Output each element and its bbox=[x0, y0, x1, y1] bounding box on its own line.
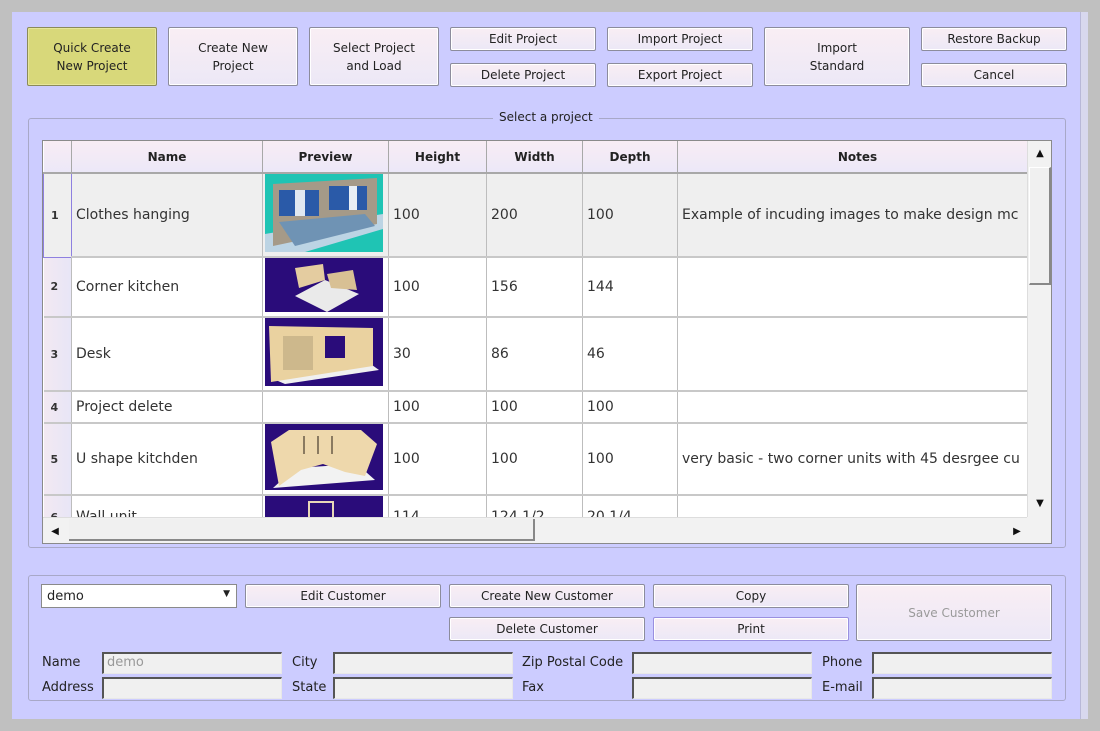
column-header-depth[interactable]: Depth bbox=[582, 141, 678, 174]
name-cell[interactable]: Clothes hanging bbox=[71, 173, 263, 258]
scroll-down-icon[interactable]: ▼ bbox=[1028, 491, 1051, 515]
cancel-button[interactable]: Cancel bbox=[921, 63, 1067, 87]
fax-field[interactable] bbox=[632, 677, 812, 699]
phone-label: Phone bbox=[822, 655, 863, 670]
name-cell[interactable]: Project delete bbox=[71, 391, 263, 424]
notes-cell[interactable]: very basic - two corner units with 45 de… bbox=[677, 423, 1038, 496]
width-cell[interactable]: 156 bbox=[486, 257, 583, 318]
horizontal-scrollbar[interactable]: ◀ ▶ bbox=[43, 517, 1029, 543]
depth-cell[interactable]: 100 bbox=[582, 173, 678, 258]
column-header-rownum bbox=[43, 141, 72, 174]
width-cell[interactable]: 100 bbox=[486, 423, 583, 496]
state-field[interactable] bbox=[333, 677, 513, 699]
select-project-and-load-button[interactable]: Select Project and Load bbox=[309, 27, 439, 86]
table-row[interactable]: 5U shape kitchden 100 100 100 very basic - t… bbox=[43, 423, 1038, 496]
table-row[interactable]: 3 Desk 30 86 46 bbox=[43, 317, 1038, 392]
save-customer-button[interactable]: Save Customer bbox=[856, 584, 1052, 641]
horizontal-scroll-thumb[interactable] bbox=[69, 519, 535, 541]
notes-cell[interactable] bbox=[677, 257, 1038, 318]
import-standard-button[interactable]: Import Standard bbox=[764, 27, 910, 86]
column-header-notes[interactable]: Notes bbox=[677, 141, 1038, 174]
depth-cell[interactable]: 46 bbox=[582, 317, 678, 392]
preview-cell[interactable] bbox=[262, 173, 389, 258]
preview-cell[interactable] bbox=[262, 423, 389, 496]
export-project-button[interactable]: Export Project bbox=[607, 63, 753, 87]
select-project-group-title: Select a project bbox=[493, 110, 599, 124]
name-field[interactable]: demo bbox=[102, 652, 282, 674]
copy-customer-button[interactable]: Copy bbox=[653, 584, 849, 608]
projects-grid: Name Preview Height Width Depth Notes 1C… bbox=[42, 140, 1052, 544]
zip-label: Zip Postal Code bbox=[522, 655, 624, 670]
vertical-scroll-thumb[interactable] bbox=[1029, 167, 1051, 285]
zip-field[interactable] bbox=[632, 652, 812, 674]
height-cell[interactable]: 100 bbox=[388, 423, 487, 496]
depth-cell[interactable]: 100 bbox=[582, 423, 678, 496]
email-field[interactable] bbox=[872, 677, 1052, 699]
name-cell[interactable]: Corner kitchen bbox=[71, 257, 263, 318]
delete-customer-button[interactable]: Delete Customer bbox=[449, 617, 645, 641]
corner-kitchen-thumbnail bbox=[265, 258, 383, 315]
desk-thumbnail bbox=[265, 318, 383, 389]
vertical-scrollbar[interactable]: ▲ ▼ bbox=[1027, 141, 1051, 517]
print-button[interactable]: Print bbox=[653, 617, 849, 641]
height-cell[interactable]: 100 bbox=[388, 391, 487, 424]
clothes-hanging-thumbnail bbox=[265, 174, 383, 255]
name-label: Name bbox=[42, 655, 81, 670]
row-number[interactable]: 2 bbox=[43, 257, 72, 318]
column-header-name[interactable]: Name bbox=[71, 141, 263, 174]
table-row[interactable]: 4 Project delete 100 100 100 bbox=[43, 391, 1038, 424]
scroll-left-icon[interactable]: ◀ bbox=[43, 518, 67, 543]
delete-project-button[interactable]: Delete Project bbox=[450, 63, 596, 87]
address-label: Address bbox=[42, 680, 94, 695]
column-header-preview[interactable]: Preview bbox=[262, 141, 389, 174]
row-number[interactable]: 4 bbox=[43, 391, 72, 424]
restore-backup-button[interactable]: Restore Backup bbox=[921, 27, 1067, 51]
scrollbar-corner bbox=[1027, 517, 1051, 543]
edit-customer-button[interactable]: Edit Customer bbox=[245, 584, 441, 608]
import-project-button[interactable]: Import Project bbox=[607, 27, 753, 51]
customer-select-value: demo bbox=[47, 588, 84, 604]
phone-field[interactable] bbox=[872, 652, 1052, 674]
name-cell[interactable]: Desk bbox=[71, 317, 263, 392]
row-number[interactable]: 3 bbox=[43, 317, 72, 392]
table-row[interactable]: 2 Corner kitchen 100 156 144 bbox=[43, 257, 1038, 318]
depth-cell[interactable]: 100 bbox=[582, 391, 678, 424]
row-number[interactable]: 5 bbox=[43, 423, 72, 496]
preview-cell[interactable] bbox=[262, 257, 389, 318]
width-cell[interactable]: 100 bbox=[486, 391, 583, 424]
column-header-height[interactable]: Height bbox=[388, 141, 487, 174]
window-frame-edge bbox=[1080, 12, 1088, 719]
height-cell[interactable]: 30 bbox=[388, 317, 487, 392]
height-cell[interactable]: 100 bbox=[388, 173, 487, 258]
depth-cell[interactable]: 144 bbox=[582, 257, 678, 318]
table-row[interactable]: 1 Clothes hanging 100 200 100 Example of incu… bbox=[43, 172, 1038, 258]
notes-cell[interactable] bbox=[677, 317, 1038, 392]
quick-create-project-button[interactable]: Quick Create New Project bbox=[27, 27, 157, 86]
city-field[interactable] bbox=[333, 652, 513, 674]
create-new-customer-button[interactable]: Create New Customer bbox=[449, 584, 645, 608]
scroll-up-icon[interactable]: ▲ bbox=[1028, 141, 1051, 165]
name-cell[interactable]: U shape kitchden bbox=[71, 423, 263, 496]
customer-select[interactable]: demo ▼ bbox=[41, 584, 237, 608]
u-shape-kitchen-thumbnail bbox=[265, 424, 383, 493]
create-new-project-button[interactable]: Create New Project bbox=[168, 27, 298, 86]
chevron-down-icon[interactable]: ▼ bbox=[223, 589, 230, 599]
edit-project-button[interactable]: Edit Project bbox=[450, 27, 596, 51]
height-cell[interactable]: 100 bbox=[388, 257, 487, 318]
notes-cell[interactable]: Example of incuding images to make desig… bbox=[677, 173, 1038, 258]
preview-cell[interactable] bbox=[262, 317, 389, 392]
fax-label: Fax bbox=[522, 680, 544, 695]
address-field[interactable] bbox=[102, 677, 282, 699]
state-label: State bbox=[292, 680, 327, 695]
width-cell[interactable]: 200 bbox=[486, 173, 583, 258]
notes-cell[interactable] bbox=[677, 391, 1038, 424]
email-label: E-mail bbox=[822, 680, 863, 695]
row-number[interactable]: 1 bbox=[43, 172, 72, 258]
width-cell[interactable]: 86 bbox=[486, 317, 583, 392]
city-label: City bbox=[292, 655, 318, 670]
grid-header-row: Name Preview Height Width Depth Notes bbox=[43, 141, 1038, 174]
preview-cell[interactable] bbox=[262, 391, 389, 424]
column-header-width[interactable]: Width bbox=[486, 141, 583, 174]
scroll-right-icon[interactable]: ▶ bbox=[1005, 518, 1029, 543]
